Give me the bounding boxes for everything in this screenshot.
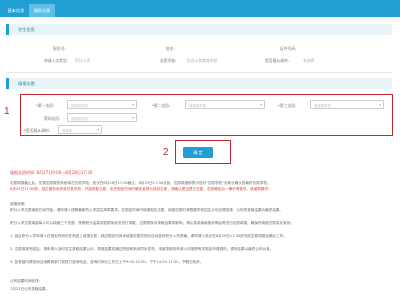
volunteer-section-header: 填报志愿: [6, 78, 392, 89]
label-third-choice: *第三志愿:: [278, 103, 297, 108]
field-label-reg-no: 报名号:: [53, 46, 66, 51]
chevron-down-icon: ▾: [379, 103, 381, 107]
label-first-choice: *第一志愿:: [36, 103, 55, 108]
first-choice-select[interactable]: 请选择学校 ▾: [67, 100, 137, 109]
field-value-adjust: 未选择: [303, 58, 315, 63]
divider: [6, 72, 392, 73]
student-section-title: 学生信息: [18, 27, 35, 32]
second-choice-placeholder: 请选择学校: [189, 104, 206, 108]
third-choice-select[interactable]: 请选择学校 ▾: [310, 100, 384, 109]
field-label-id-no: 证件号码:: [280, 46, 297, 51]
field-label-school: 志愿学校:: [160, 58, 177, 63]
first-choice-placeholder: 请选择学校: [71, 104, 88, 108]
label-adjust-text: 是否服从调剂:: [25, 128, 50, 133]
field-label-apply-type: 申请入学类型:: [44, 58, 69, 63]
chevron-down-icon: ▾: [97, 128, 99, 132]
notice-paragraph-2: 积分入学志愿填报已经开始，请申请人按照最新的入学招生简章要求，在规定时间内填报相…: [10, 208, 284, 212]
fourth-choice-select[interactable]: 请选择学校 ▾: [67, 113, 137, 122]
confirm-button[interactable]: 确 定: [183, 147, 213, 158]
second-choice-select[interactable]: 请选择学校 ▾: [185, 100, 265, 109]
field-label-name: 姓名:: [166, 46, 175, 51]
field-value-apply-type: 积分入学: [75, 58, 91, 63]
notice-p1b: 8月29日17:30前，招生服务系统将在各学校，开始抓取志愿，未在规定时间内确定…: [10, 187, 272, 191]
chevron-down-icon: ▾: [260, 103, 262, 107]
notice-paragraph-6: 3. 如有疑问请咨询当地教育部门或拨打咨询电话，咨询时间为工作日上午9:00-1…: [10, 260, 204, 264]
notice-result-title: 公布结果时间安排:: [10, 279, 40, 283]
label-adjust: *是否服从调剂:: [24, 128, 50, 133]
notice-paragraph-5: 2. 志愿填报完成后，请申请人及时关注录取结果公示，录取结果将通过短信和系统同步…: [10, 247, 274, 251]
field-value-school: 民办义务教育学校: [187, 58, 218, 63]
notice-p1: 志愿填报截止后，花费志愿服务系统将在志愿学校，依次在8月28日17:30截止，8…: [10, 181, 271, 185]
annotation-number-2: 2: [163, 147, 169, 158]
chevron-down-icon: ▾: [132, 103, 134, 107]
notice-paragraph-3: 积分入学志愿填报每人可以填报三个志愿，按照积分由高到低顺序依次进行录取，志愿顺序…: [10, 221, 294, 225]
label-fourth-choice: 第四志愿:: [44, 116, 61, 121]
notice-paragraph-1: 志愿填报截止后，花费志愿服务系统将在志愿学校，依次在8月28日17:30截止，8…: [10, 180, 392, 192]
notice-paragraph-4: 1. 各区积分入学申请人在规定时间内在系统上填报志愿，超过规定时间未填报志愿的视…: [10, 234, 287, 238]
label-first-choice-text: 第一志愿:: [37, 103, 55, 108]
tab-basic-info[interactable]: 基本信息: [3, 4, 29, 17]
notice-date-line: 填报志愿时间: 8月27日9:00—8月28日17:30: [10, 170, 93, 175]
notice-result-date: 7月23日公布录取结果。: [10, 287, 50, 291]
tab-fill-volunteer[interactable]: 填报志愿: [29, 4, 55, 17]
fourth-choice-placeholder: 请选择学校: [71, 117, 88, 121]
annotation-number-1: 1: [4, 106, 10, 117]
chevron-down-icon: ▾: [132, 116, 134, 120]
label-second-choice: *第二志愿:: [152, 103, 171, 108]
student-section-header: 学生信息: [6, 24, 392, 35]
top-tab-bar: 基本信息 填报志愿: [0, 0, 400, 17]
field-label-adjust: 是否服从调剂:: [265, 58, 290, 63]
adjust-select[interactable]: 请选择 ▾: [58, 125, 102, 134]
label-second-choice-text: 第二志愿:: [153, 103, 171, 108]
volunteer-section-title: 填报志愿: [18, 81, 35, 86]
adjust-placeholder: 请选择: [62, 129, 73, 133]
label-third-choice-text: 第三志愿:: [279, 103, 297, 108]
third-choice-placeholder: 请选择学校: [314, 104, 331, 108]
